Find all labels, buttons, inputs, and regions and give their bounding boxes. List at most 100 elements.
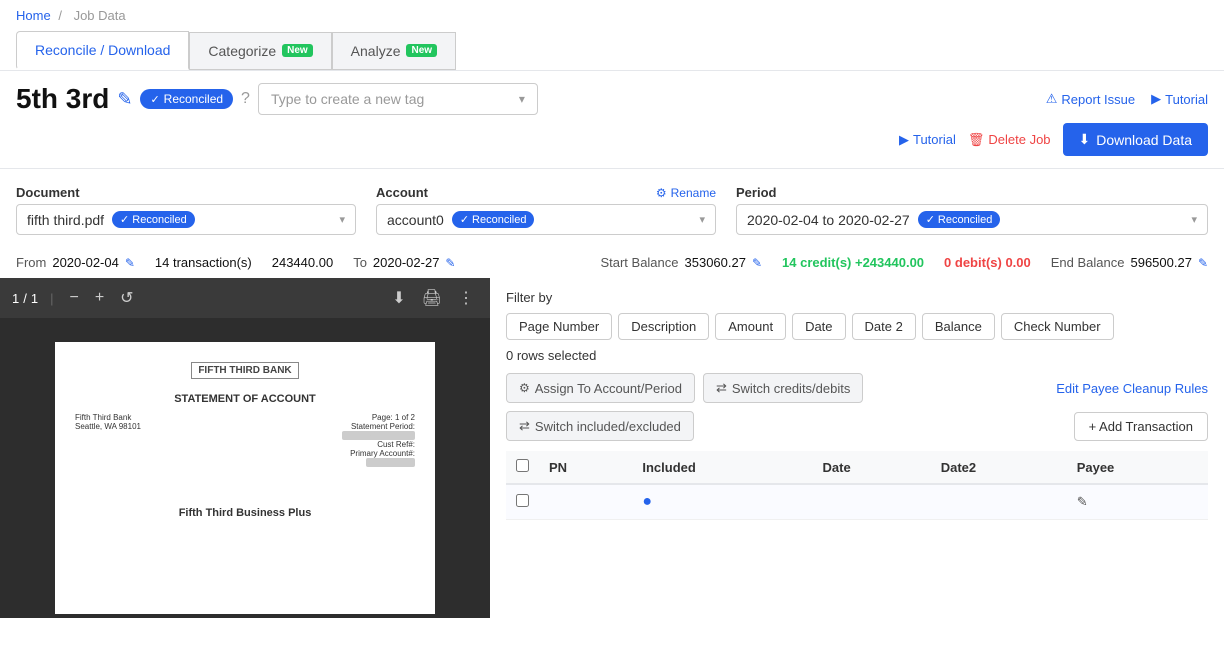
account-value: account0 — [387, 212, 444, 228]
end-balance-stat: End Balance 596500.27 ✎ — [1051, 255, 1208, 270]
bank-logo: FIFTH THIRD BANK — [191, 362, 298, 379]
period-group: Period 2020-02-04 to 2020-02-27 ✓ Reconc… — [736, 185, 1208, 235]
pdf-zoom-out-button[interactable]: − — [65, 287, 82, 309]
breadcrumb: Home / Job Data — [0, 0, 1224, 31]
filter-date[interactable]: Date — [792, 313, 845, 340]
filter-description[interactable]: Description — [618, 313, 709, 340]
tag-input[interactable]: Type to create a new tag ▾ — [258, 83, 538, 115]
form-section: Document fifth third.pdf ✓ Reconciled ▾ … — [0, 173, 1224, 247]
pdf-footer: Fifth Third Business Plus — [75, 507, 415, 519]
main-content: 1 / 1 | − + ↺ ⬇ 🖨 ⋮ FIFTH THIRD BANK STA… — [0, 278, 1224, 618]
transactions-stat: 14 transaction(s) — [155, 255, 252, 270]
account-reconciled-badge: ✓ Reconciled — [452, 211, 535, 228]
tag-dropdown-icon: ▾ — [519, 92, 525, 106]
download-data-button[interactable]: ⬇ Download Data — [1063, 123, 1208, 156]
pdf-content: FIFTH THIRD BANK STATEMENT OF ACCOUNT Fi… — [55, 342, 435, 614]
pdf-toolbar: 1 / 1 | − + ↺ ⬇ 🖨 ⋮ — [0, 278, 490, 318]
document-value: fifth third.pdf — [27, 212, 104, 228]
from-stat: From 2020-02-04 ✎ — [16, 255, 135, 270]
start-balance-stat: Start Balance 353060.27 ✎ — [600, 255, 762, 270]
table-wrap: PN Included Date Date2 Payee ● — [506, 451, 1208, 520]
pdf-more-button[interactable]: ⋮ — [454, 286, 478, 310]
document-select[interactable]: fifth third.pdf ✓ Reconciled ▾ — [16, 204, 356, 235]
pdf-rotate-button[interactable]: ↺ — [116, 286, 137, 310]
end-balance-edit-icon[interactable]: ✎ — [1198, 256, 1208, 270]
pdf-page-num: 1 / 1 — [12, 291, 38, 306]
account-select[interactable]: account0 ✓ Reconciled ▾ — [376, 204, 716, 235]
filter-label: Filter by — [506, 290, 1208, 305]
rows-selected: 0 rows selected — [506, 348, 1208, 363]
breadcrumb-separator: / — [58, 8, 62, 23]
add-transaction-button[interactable]: + Add Transaction — [1074, 412, 1208, 441]
tabs-bar: Reconcile / Download Categorize New Anal… — [0, 31, 1224, 71]
delete-job-button[interactable]: 🗑 Delete Job — [968, 132, 1051, 148]
switch-included-button[interactable]: ⇄ Switch included/excluded — [506, 411, 694, 441]
th-included: Included — [632, 451, 812, 484]
to-edit-icon[interactable]: ✎ — [445, 256, 455, 270]
pdf-blur-period: Feb 01 2020 - Feb -- — [342, 431, 415, 440]
row-checkbox-cell — [506, 484, 539, 520]
tab-categorize[interactable]: Categorize New — [189, 32, 331, 70]
start-balance-edit-icon[interactable]: ✎ — [752, 256, 762, 270]
select-all-checkbox[interactable] — [516, 459, 529, 472]
tutorial-button[interactable]: ▶ Tutorial — [899, 132, 956, 148]
home-link[interactable]: Home — [16, 8, 51, 23]
breadcrumb-current: Job Data — [74, 8, 126, 23]
pdf-print-button[interactable]: 🖨 — [418, 286, 446, 310]
period-value: 2020-02-04 to 2020-02-27 — [747, 212, 910, 228]
report-issue-button[interactable]: ⚠ Report Issue — [1046, 91, 1135, 107]
filter-section: Filter by Page Number Description Amount… — [506, 290, 1208, 363]
title-edit-icon[interactable]: ✎ — [117, 89, 132, 110]
switch-credits-button[interactable]: ⇄ Switch credits/debits — [703, 373, 863, 403]
assign-account-button[interactable]: ⚙ Assign To Account/Period — [506, 373, 695, 403]
th-date2: Date2 — [931, 451, 1067, 484]
th-pn: PN — [539, 451, 632, 484]
rename-button[interactable]: ⚙ Rename — [656, 186, 716, 200]
tab-reconcile[interactable]: Reconcile / Download — [16, 31, 189, 70]
amount-stat: 243440.00 — [272, 255, 333, 270]
title-area: 5th 3rd ✎ ✓ Reconciled ? Type to create … — [16, 83, 538, 115]
debits-stat: 0 debit(s) 0.00 — [944, 255, 1031, 270]
period-select[interactable]: 2020-02-04 to 2020-02-27 ✓ Reconciled ▾ — [736, 204, 1208, 235]
switch-icon-included: ⇄ — [519, 418, 530, 434]
th-checkbox — [506, 451, 539, 484]
to-stat: To 2020-02-27 ✎ — [353, 255, 455, 270]
filter-amount[interactable]: Amount — [715, 313, 786, 340]
period-label: Period — [736, 185, 1208, 200]
play-icon-top: ▶ — [1151, 91, 1161, 107]
statement-title: STATEMENT OF ACCOUNT — [75, 393, 415, 405]
gear-icon-assign: ⚙ — [519, 381, 530, 395]
analyze-badge: New — [406, 44, 437, 57]
document-reconciled-badge: ✓ Reconciled — [112, 211, 195, 228]
account-label: Account — [376, 185, 428, 200]
right-panel: Filter by Page Number Description Amount… — [490, 278, 1224, 618]
filter-balance[interactable]: Balance — [922, 313, 995, 340]
document-chevron: ▾ — [339, 213, 345, 226]
document-group: Document fifth third.pdf ✓ Reconciled ▾ — [16, 185, 356, 235]
tutorial-top-button[interactable]: ▶ Tutorial — [1151, 91, 1208, 107]
pdf-zoom-in-button[interactable]: + — [91, 287, 108, 309]
filter-check-number[interactable]: Check Number — [1001, 313, 1114, 340]
download-icon: ⬇ — [1079, 131, 1091, 148]
row-checkbox[interactable] — [516, 494, 529, 507]
pdf-panel: 1 / 1 | − + ↺ ⬇ 🖨 ⋮ FIFTH THIRD BANK STA… — [0, 278, 490, 618]
account-chevron: ▾ — [699, 213, 705, 226]
from-edit-icon[interactable]: ✎ — [125, 256, 135, 270]
filter-date2[interactable]: Date 2 — [852, 313, 916, 340]
th-payee: Payee — [1067, 451, 1208, 484]
categorize-badge: New — [282, 44, 313, 57]
filter-page-number[interactable]: Page Number — [506, 313, 612, 340]
gear-icon-rename: ⚙ — [656, 186, 667, 200]
payee-edit-icon[interactable]: ✎ — [1077, 494, 1088, 509]
edit-rules-link[interactable]: Edit Payee Cleanup Rules — [1056, 381, 1208, 396]
help-icon[interactable]: ? — [241, 90, 250, 108]
pdf-download-button[interactable]: ⬇ — [388, 286, 409, 310]
filter-buttons: Page Number Description Amount Date Date… — [506, 313, 1208, 340]
header-row: 5th 3rd ✎ ✓ Reconciled ? Type to create … — [0, 71, 1224, 119]
period-reconciled-badge: ✓ Reconciled — [918, 211, 1001, 228]
pdf-info: Page: 1 of 2 Statement Period: Feb 01 20… — [342, 413, 415, 467]
table-header-row: PN Included Date Date2 Payee — [506, 451, 1208, 484]
transactions-table: PN Included Date Date2 Payee ● — [506, 451, 1208, 520]
included-icon: ● — [642, 493, 652, 510]
tab-analyze[interactable]: Analyze New — [332, 32, 456, 70]
